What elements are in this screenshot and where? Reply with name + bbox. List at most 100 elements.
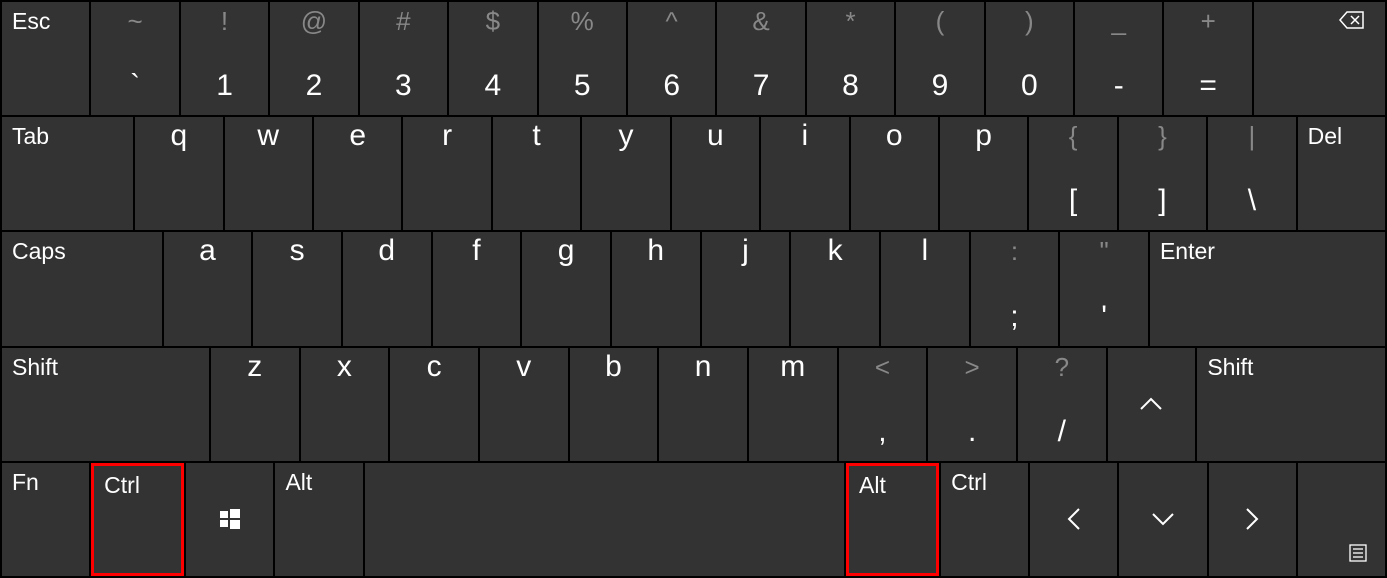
key-a[interactable]: a (164, 232, 252, 345)
key-left-bracket[interactable]: { [ (1029, 117, 1116, 230)
key-left-shift[interactable]: Shift (2, 348, 209, 461)
key-e[interactable]: e (314, 117, 401, 230)
key-label: g (558, 234, 575, 268)
key-space[interactable] (365, 463, 844, 576)
windows-icon (220, 509, 240, 529)
key-label: Shift (1207, 354, 1253, 381)
key-t[interactable]: t (493, 117, 580, 230)
key-left-ctrl[interactable]: Ctrl (91, 463, 184, 576)
key-label: Enter (1160, 238, 1215, 265)
key-left-arrow[interactable] (1030, 463, 1117, 576)
key-windows[interactable] (186, 463, 273, 576)
key-upper: < (875, 352, 890, 383)
key-quote[interactable]: " ' (1060, 232, 1148, 345)
key-i[interactable]: i (761, 117, 848, 230)
key-r[interactable]: r (403, 117, 490, 230)
key-b[interactable]: b (570, 348, 658, 461)
key-2[interactable]: @ 2 (270, 2, 357, 115)
key-slash[interactable]: ? / (1018, 348, 1106, 461)
key-down-arrow[interactable] (1119, 463, 1206, 576)
key-x[interactable]: x (301, 348, 389, 461)
chevron-left-icon (1067, 507, 1081, 531)
row-asdf: Caps a s d f g h j k l : ; " ' Enter (2, 232, 1385, 345)
key-5[interactable]: % 5 (539, 2, 626, 115)
key-7[interactable]: & 7 (717, 2, 804, 115)
key-right-alt[interactable]: Alt (846, 463, 939, 576)
key-1[interactable]: ! 1 (181, 2, 268, 115)
key-upper: ~ (128, 6, 143, 37)
key-backslash[interactable]: | \ (1208, 117, 1295, 230)
key-y[interactable]: y (582, 117, 669, 230)
key-q[interactable]: q (135, 117, 222, 230)
context-menu-icon (1349, 544, 1367, 562)
key-label: Esc (12, 8, 50, 35)
key-up-arrow[interactable] (1108, 348, 1196, 461)
key-d[interactable]: d (343, 232, 431, 345)
key-right-shift[interactable]: Shift (1197, 348, 1385, 461)
key-upper: ? (1055, 352, 1069, 383)
key-o[interactable]: o (851, 117, 938, 230)
key-label: z (247, 350, 262, 384)
key-u[interactable]: u (672, 117, 759, 230)
key-m[interactable]: m (749, 348, 837, 461)
key-lower: 9 (932, 69, 949, 103)
key-upper: + (1201, 6, 1216, 37)
key-label: v (516, 350, 531, 384)
key-right-arrow[interactable] (1209, 463, 1296, 576)
key-right-bracket[interactable]: } ] (1119, 117, 1206, 230)
key-label: h (647, 234, 664, 268)
key-f[interactable]: f (433, 232, 521, 345)
key-backspace[interactable] (1254, 2, 1385, 115)
key-tab[interactable]: Tab (2, 117, 133, 230)
key-6[interactable]: ^ 6 (628, 2, 715, 115)
key-semicolon[interactable]: : ; (971, 232, 1059, 345)
key-v[interactable]: v (480, 348, 568, 461)
key-right-ctrl[interactable]: Ctrl (941, 463, 1028, 576)
key-label: Ctrl (104, 472, 140, 499)
key-lower: ] (1158, 184, 1166, 218)
key-3[interactable]: # 3 (360, 2, 447, 115)
key-upper: | (1249, 121, 1256, 152)
key-j[interactable]: j (702, 232, 790, 345)
key-l[interactable]: l (881, 232, 969, 345)
key-upper: _ (1112, 6, 1126, 37)
key-period[interactable]: > . (928, 348, 1016, 461)
key-escape[interactable]: Esc (2, 2, 89, 115)
key-4[interactable]: $ 4 (449, 2, 536, 115)
key-minus[interactable]: _ - (1075, 2, 1162, 115)
key-h[interactable]: h (612, 232, 700, 345)
key-9[interactable]: ( 9 (896, 2, 983, 115)
key-c[interactable]: c (390, 348, 478, 461)
key-equals[interactable]: + = (1164, 2, 1251, 115)
key-label: Shift (12, 354, 58, 381)
key-fn[interactable]: Fn (2, 463, 89, 576)
key-lower: = (1199, 69, 1217, 103)
key-context-menu[interactable] (1298, 463, 1385, 576)
key-comma[interactable]: < , (839, 348, 927, 461)
key-0[interactable]: ) 0 (986, 2, 1073, 115)
key-lower: . (968, 415, 976, 449)
key-label: Del (1308, 123, 1343, 150)
key-lower: \ (1248, 184, 1256, 218)
key-p[interactable]: p (940, 117, 1027, 230)
key-label: Tab (12, 123, 49, 150)
key-g[interactable]: g (522, 232, 610, 345)
key-upper: ( (936, 6, 945, 37)
key-left-alt[interactable]: Alt (275, 463, 362, 576)
key-lower: [ (1069, 184, 1077, 218)
key-k[interactable]: k (791, 232, 879, 345)
key-label: c (427, 350, 442, 384)
key-capslock[interactable]: Caps (2, 232, 162, 345)
key-z[interactable]: z (211, 348, 299, 461)
on-screen-keyboard: Esc ~ ` ! 1 @ 2 # 3 $ 4 % 5 ^ 6 (2, 2, 1385, 576)
key-delete[interactable]: Del (1298, 117, 1385, 230)
key-8[interactable]: * 8 (807, 2, 894, 115)
key-w[interactable]: w (225, 117, 312, 230)
key-n[interactable]: n (659, 348, 747, 461)
key-enter[interactable]: Enter (1150, 232, 1385, 345)
key-lower: 2 (306, 69, 323, 103)
key-backtick[interactable]: ~ ` (91, 2, 178, 115)
key-s[interactable]: s (253, 232, 341, 345)
key-label: u (707, 119, 724, 153)
key-label: w (257, 119, 279, 153)
